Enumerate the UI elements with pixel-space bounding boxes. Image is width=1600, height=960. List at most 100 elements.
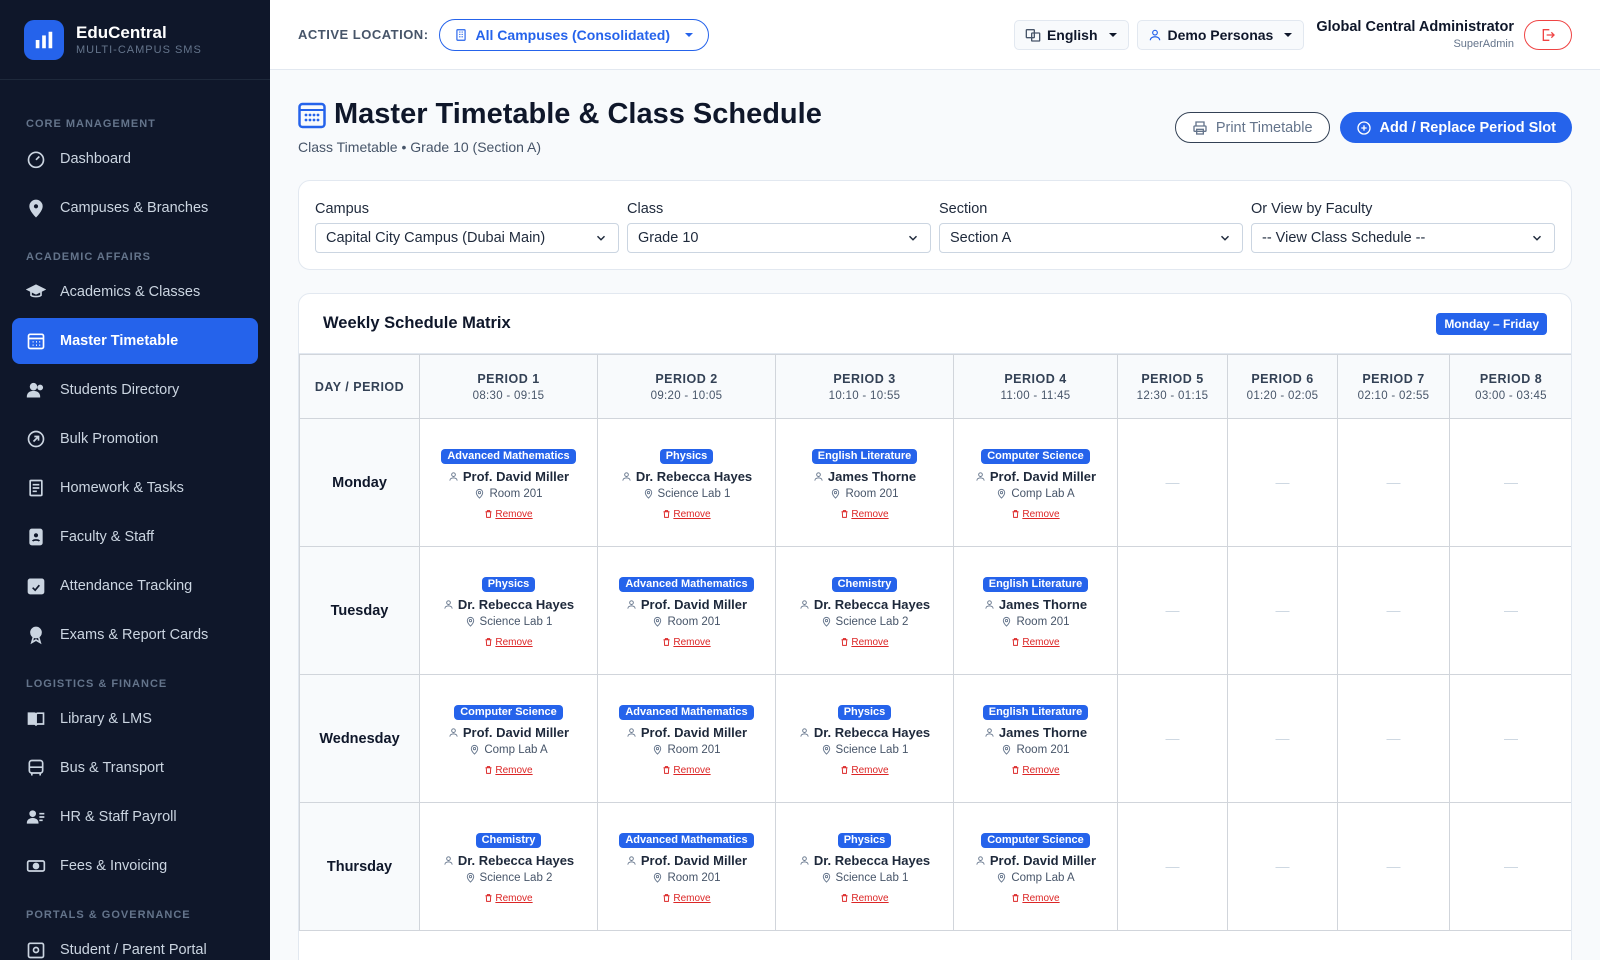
empty-slot[interactable]: — bbox=[1227, 418, 1338, 547]
filter-class: Class Grade 10 bbox=[627, 201, 931, 269]
day-label: Wednesday bbox=[299, 674, 420, 803]
room-name: Room 201 bbox=[954, 744, 1117, 756]
remove-slot-link[interactable]: Remove bbox=[598, 637, 775, 648]
remove-slot-link[interactable]: Remove bbox=[420, 637, 597, 648]
period-slot[interactable]: Physics Dr. Rebecca Hayes Science Lab 1 Rem… bbox=[775, 802, 954, 931]
print-timetable-button[interactable]: Print Timetable bbox=[1174, 112, 1330, 143]
sidebar-item-student-parent-portal[interactable]: Student / Parent Portal bbox=[12, 927, 258, 960]
sidebar-item-label: Bulk Promotion bbox=[60, 431, 159, 447]
trash-icon bbox=[841, 766, 848, 774]
admin-role: SuperAdmin bbox=[1453, 38, 1514, 50]
remove-slot-link[interactable]: Remove bbox=[420, 765, 597, 776]
trash-icon bbox=[841, 510, 848, 518]
period-slot[interactable]: Advanced Mathematics Prof. David Miller Ro… bbox=[597, 802, 776, 931]
remove-slot-link[interactable]: Remove bbox=[776, 893, 953, 904]
sidebar-item-label: Homework & Tasks bbox=[60, 480, 184, 496]
logout-button[interactable] bbox=[1524, 19, 1572, 50]
sidebar-item-fees-invoicing[interactable]: Fees & Invoicing bbox=[12, 843, 258, 889]
period-slot[interactable]: English Literature James Thorne Room 201 Re… bbox=[953, 546, 1118, 675]
add-period-slot-button[interactable]: Add / Replace Period Slot bbox=[1339, 112, 1572, 143]
day-label: Thursday bbox=[299, 802, 420, 931]
remove-slot-link[interactable]: Remove bbox=[420, 509, 597, 520]
id-badge-icon bbox=[29, 528, 43, 546]
brand[interactable]: EduCentral MULTI-CAMPUS SMS bbox=[0, 0, 270, 80]
sidebar-item-bus-transport[interactable]: Bus & Transport bbox=[12, 745, 258, 791]
filter-card: Campus Capital City Campus (Dubai Main) Cl… bbox=[298, 180, 1572, 270]
remove-slot-link[interactable]: Remove bbox=[954, 893, 1117, 904]
sidebar-item-library-lms[interactable]: Library & LMS bbox=[12, 696, 258, 742]
campus-select[interactable]: Capital City Campus (Dubai Main) bbox=[315, 223, 619, 253]
sidebar-item-hr-staff-payroll[interactable]: HR & Staff Payroll bbox=[12, 794, 258, 840]
empty-mark: — bbox=[1386, 729, 1401, 746]
sidebar-item-label: Faculty & Staff bbox=[60, 529, 155, 545]
empty-mark: — bbox=[1386, 601, 1401, 618]
period-slot[interactable]: Computer Science Prof. David Miller Comp L… bbox=[953, 418, 1118, 547]
empty-slot[interactable]: — bbox=[1117, 418, 1228, 547]
remove-slot-link[interactable]: Remove bbox=[776, 509, 953, 520]
trash-icon bbox=[663, 510, 670, 518]
or-view-by-faculty-select[interactable]: -- View Class Schedule -- bbox=[1251, 223, 1555, 253]
sidebar-item-students-directory[interactable]: Students Directory bbox=[12, 367, 258, 413]
empty-slot[interactable]: — bbox=[1337, 546, 1450, 675]
remove-slot-link[interactable]: Remove bbox=[598, 893, 775, 904]
sidebar-item-faculty-staff[interactable]: Faculty & Staff bbox=[12, 514, 258, 560]
period-slot[interactable]: English Literature James Thorne Room 201 Re… bbox=[775, 418, 954, 547]
empty-mark: — bbox=[1504, 601, 1518, 618]
empty-slot[interactable]: — bbox=[1449, 546, 1571, 675]
remove-slot-link[interactable]: Remove bbox=[954, 637, 1117, 648]
remove-slot-link[interactable]: Remove bbox=[598, 509, 775, 520]
subject-badge: Chemistry bbox=[475, 832, 542, 848]
remove-slot-link[interactable]: Remove bbox=[598, 765, 775, 776]
language-select[interactable]: English bbox=[1013, 19, 1129, 50]
period-slot[interactable]: Physics Dr. Rebecca Hayes Science Lab 1 Rem… bbox=[775, 674, 954, 803]
room-name: Science Lab 1 bbox=[776, 744, 953, 756]
remove-slot-link[interactable]: Remove bbox=[776, 637, 953, 648]
sidebar-item-dashboard[interactable]: Dashboard bbox=[12, 136, 258, 182]
period-slot[interactable]: English Literature James Thorne Room 201 Re… bbox=[953, 674, 1118, 803]
sidebar-item-exams-report-cards[interactable]: Exams & Report Cards bbox=[12, 612, 258, 658]
period-slot[interactable]: Computer Science Prof. David Miller Comp L… bbox=[953, 802, 1118, 931]
period-slot[interactable]: Physics Dr. Rebecca Hayes Science Lab 1 Rem… bbox=[419, 546, 598, 675]
section-select[interactable]: Section A bbox=[939, 223, 1243, 253]
remove-slot-link[interactable]: Remove bbox=[954, 509, 1117, 520]
period-slot[interactable]: Advanced Mathematics Prof. David Miller Ro… bbox=[597, 546, 776, 675]
empty-slot[interactable]: — bbox=[1337, 802, 1450, 931]
map-pin-icon bbox=[476, 488, 484, 499]
period-slot[interactable]: Advanced Mathematics Prof. David Miller Ro… bbox=[419, 418, 598, 547]
empty-slot[interactable]: — bbox=[1337, 418, 1450, 547]
period-slot[interactable]: Computer Science Prof. David Miller Comp L… bbox=[419, 674, 598, 803]
empty-slot[interactable]: — bbox=[1337, 674, 1450, 803]
period-slot[interactable]: Physics Dr. Rebecca Hayes Science Lab 1 Rem… bbox=[597, 418, 776, 547]
empty-slot[interactable]: — bbox=[1227, 802, 1338, 931]
empty-slot[interactable]: — bbox=[1227, 674, 1338, 803]
user-icon bbox=[627, 855, 636, 865]
sidebar-item-campuses-branches[interactable]: Campuses & Branches bbox=[12, 185, 258, 231]
sidebar-item-attendance-tracking[interactable]: Attendance Tracking bbox=[12, 563, 258, 609]
sidebar-item-master-timetable[interactable]: Master Timetable bbox=[12, 318, 258, 364]
nav-section-label: LOGISTICS & FINANCE bbox=[26, 678, 168, 690]
sidebar-item-academics-classes[interactable]: Academics & Classes bbox=[12, 269, 258, 315]
user-icon bbox=[985, 599, 994, 609]
period-slot[interactable]: Chemistry Dr. Rebecca Hayes Science Lab 2 R… bbox=[775, 546, 954, 675]
empty-slot[interactable]: — bbox=[1449, 674, 1571, 803]
empty-slot[interactable]: — bbox=[1449, 802, 1571, 931]
empty-slot[interactable]: — bbox=[1449, 418, 1571, 547]
map-pin-icon bbox=[1003, 616, 1011, 627]
remove-slot-link[interactable]: Remove bbox=[954, 765, 1117, 776]
empty-slot[interactable]: — bbox=[1117, 546, 1228, 675]
empty-slot[interactable]: — bbox=[1227, 546, 1338, 675]
user-icon bbox=[444, 855, 453, 865]
remove-slot-link[interactable]: Remove bbox=[420, 893, 597, 904]
demo-personas-select[interactable]: Demo Personas bbox=[1136, 19, 1305, 50]
page-subtitle: Class Timetable • Grade 10 (Section A) bbox=[298, 139, 542, 155]
empty-slot[interactable]: — bbox=[1117, 674, 1228, 803]
select-value: -- View Class Schedule -- bbox=[1262, 230, 1426, 246]
location-select[interactable]: All Campuses (Consolidated) bbox=[438, 18, 709, 51]
class-select[interactable]: Grade 10 bbox=[627, 223, 931, 253]
empty-slot[interactable]: — bbox=[1117, 802, 1228, 931]
remove-slot-link[interactable]: Remove bbox=[776, 765, 953, 776]
period-slot[interactable]: Advanced Mathematics Prof. David Miller Ro… bbox=[597, 674, 776, 803]
sidebar-item-homework-tasks[interactable]: Homework & Tasks bbox=[12, 465, 258, 511]
period-slot[interactable]: Chemistry Dr. Rebecca Hayes Science Lab 2 R… bbox=[419, 802, 598, 931]
sidebar-item-bulk-promotion[interactable]: Bulk Promotion bbox=[12, 416, 258, 462]
